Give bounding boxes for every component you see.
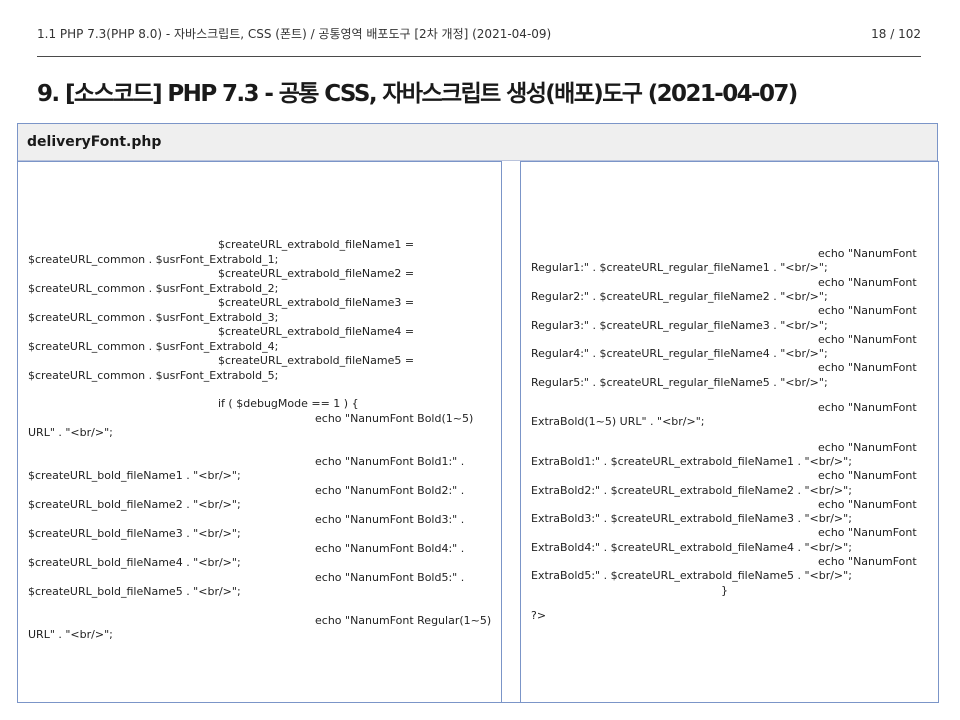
code-line: echo "NanumFont Bold5:" . <box>315 570 465 584</box>
code-column-right: echo "NanumFont Regular1:" . $createURL_r… <box>520 161 939 703</box>
header-divider <box>37 56 921 57</box>
code-line: $createURL_extrabold_fileName1 = <box>218 238 415 251</box>
section-heading: 9. [소스코드] PHP 7.3 - 공통 CSS, 자바스크립트 생성(배포… <box>37 81 798 107</box>
code-line: echo "NanumFont Bold3:" . <box>315 512 465 526</box>
code-column-left: $createURL_extrabold_fileName1 = $createU… <box>17 161 502 703</box>
code-line: echo "NanumFont Regular(1~5) <box>315 613 492 627</box>
code-line: $createURL_extrabold_fileName4 = <box>218 325 415 338</box>
document-title: 1.1 PHP 7.3(PHP 8.0) - 자바스크립트, CSS (폰트) … <box>37 27 552 41</box>
code-line: echo "NanumFont <box>818 497 917 511</box>
code-line: echo "NanumFont Bold2:" . <box>315 483 465 497</box>
code-line: echo "NanumFont <box>818 247 917 260</box>
code-line: echo "NanumFont <box>818 526 917 540</box>
code-line: ExtraBold3:" . $createURL_extrabold_file… <box>531 512 852 526</box>
code-line: $createURL_bold_fileName3 . "<br/>"; <box>28 527 241 540</box>
code-line: ExtraBold4:" . $createURL_extrabold_file… <box>531 540 852 554</box>
code-line: echo "NanumFont Bold4:" . <box>315 541 465 555</box>
code-line: $createURL_common . $usrFont_Extrabold_4… <box>28 339 279 353</box>
code-line: echo "NanumFont <box>818 275 917 289</box>
code-line: $createURL_common . $usrFont_Extrabold_2… <box>28 281 279 295</box>
code-line: $createURL_common . $usrFont_Extrabold_5… <box>28 368 279 382</box>
running-header: 1.1 PHP 7.3(PHP 8.0) - 자바스크립트, CSS (폰트) … <box>37 26 921 42</box>
file-name-label: deliveryFont.php <box>18 124 937 161</box>
code-line: Regular5:" . $createURL_regular_fileName… <box>531 375 828 389</box>
code-line: $createURL_bold_fileName5 . "<br/>"; <box>28 585 241 598</box>
code-line: URL" . "<br/>"; <box>28 426 113 439</box>
code-line: $createURL_bold_fileName4 . "<br/>"; <box>28 556 241 569</box>
code-line: echo "NanumFont <box>818 304 917 318</box>
code-line: echo "NanumFont Bold(1~5) <box>315 411 474 425</box>
code-line: Regular1:" . $createURL_regular_fileName… <box>531 261 828 275</box>
code-line: echo "NanumFont <box>818 361 917 375</box>
code-line: ?> <box>531 608 547 622</box>
code-line: $createURL_bold_fileName2 . "<br/>"; <box>28 498 241 511</box>
code-line: URL" . "<br/>"; <box>28 628 113 641</box>
code-line: ExtraBold5:" . $createURL_extrabold_file… <box>531 569 852 583</box>
code-line: } <box>721 583 728 597</box>
code-line: echo "NanumFont <box>818 555 917 568</box>
code-line: $createURL_extrabold_fileName3 = <box>218 296 415 309</box>
code-line: ExtraBold(1~5) URL" . "<br/>"; <box>531 415 705 429</box>
code-line: Regular2:" . $createURL_regular_fileName… <box>531 289 828 303</box>
code-line: ExtraBold1:" . $createURL_extrabold_file… <box>531 454 852 468</box>
code-line: echo "NanumFont <box>818 440 917 454</box>
code-line: echo "NanumFont <box>818 469 917 483</box>
code-line: ExtraBold2:" . $createURL_extrabold_file… <box>531 483 852 497</box>
code-line: $createURL_extrabold_fileName2 = <box>218 267 415 280</box>
code-line: $createURL_bold_fileName1 . "<br/>"; <box>28 469 241 482</box>
code-line: echo "NanumFont <box>818 332 917 346</box>
code-line: echo "NanumFont Bold1:" . <box>315 454 465 468</box>
code-line: $createURL_common . $usrFont_Extrabold_3… <box>28 310 279 324</box>
code-line: $createURL_extrabold_fileName5 = <box>218 354 415 367</box>
code-line: Regular4:" . $createURL_regular_fileName… <box>531 347 828 361</box>
code-line: echo "NanumFont <box>818 401 917 414</box>
code-line: Regular3:" . $createURL_regular_fileName… <box>531 318 828 332</box>
page-number: 18 / 102 <box>871 27 921 41</box>
code-line: $createURL_common . $usrFont_Extrabold_1… <box>28 252 279 266</box>
code-line: if ( $debugMode == 1 ) { <box>218 397 359 410</box>
